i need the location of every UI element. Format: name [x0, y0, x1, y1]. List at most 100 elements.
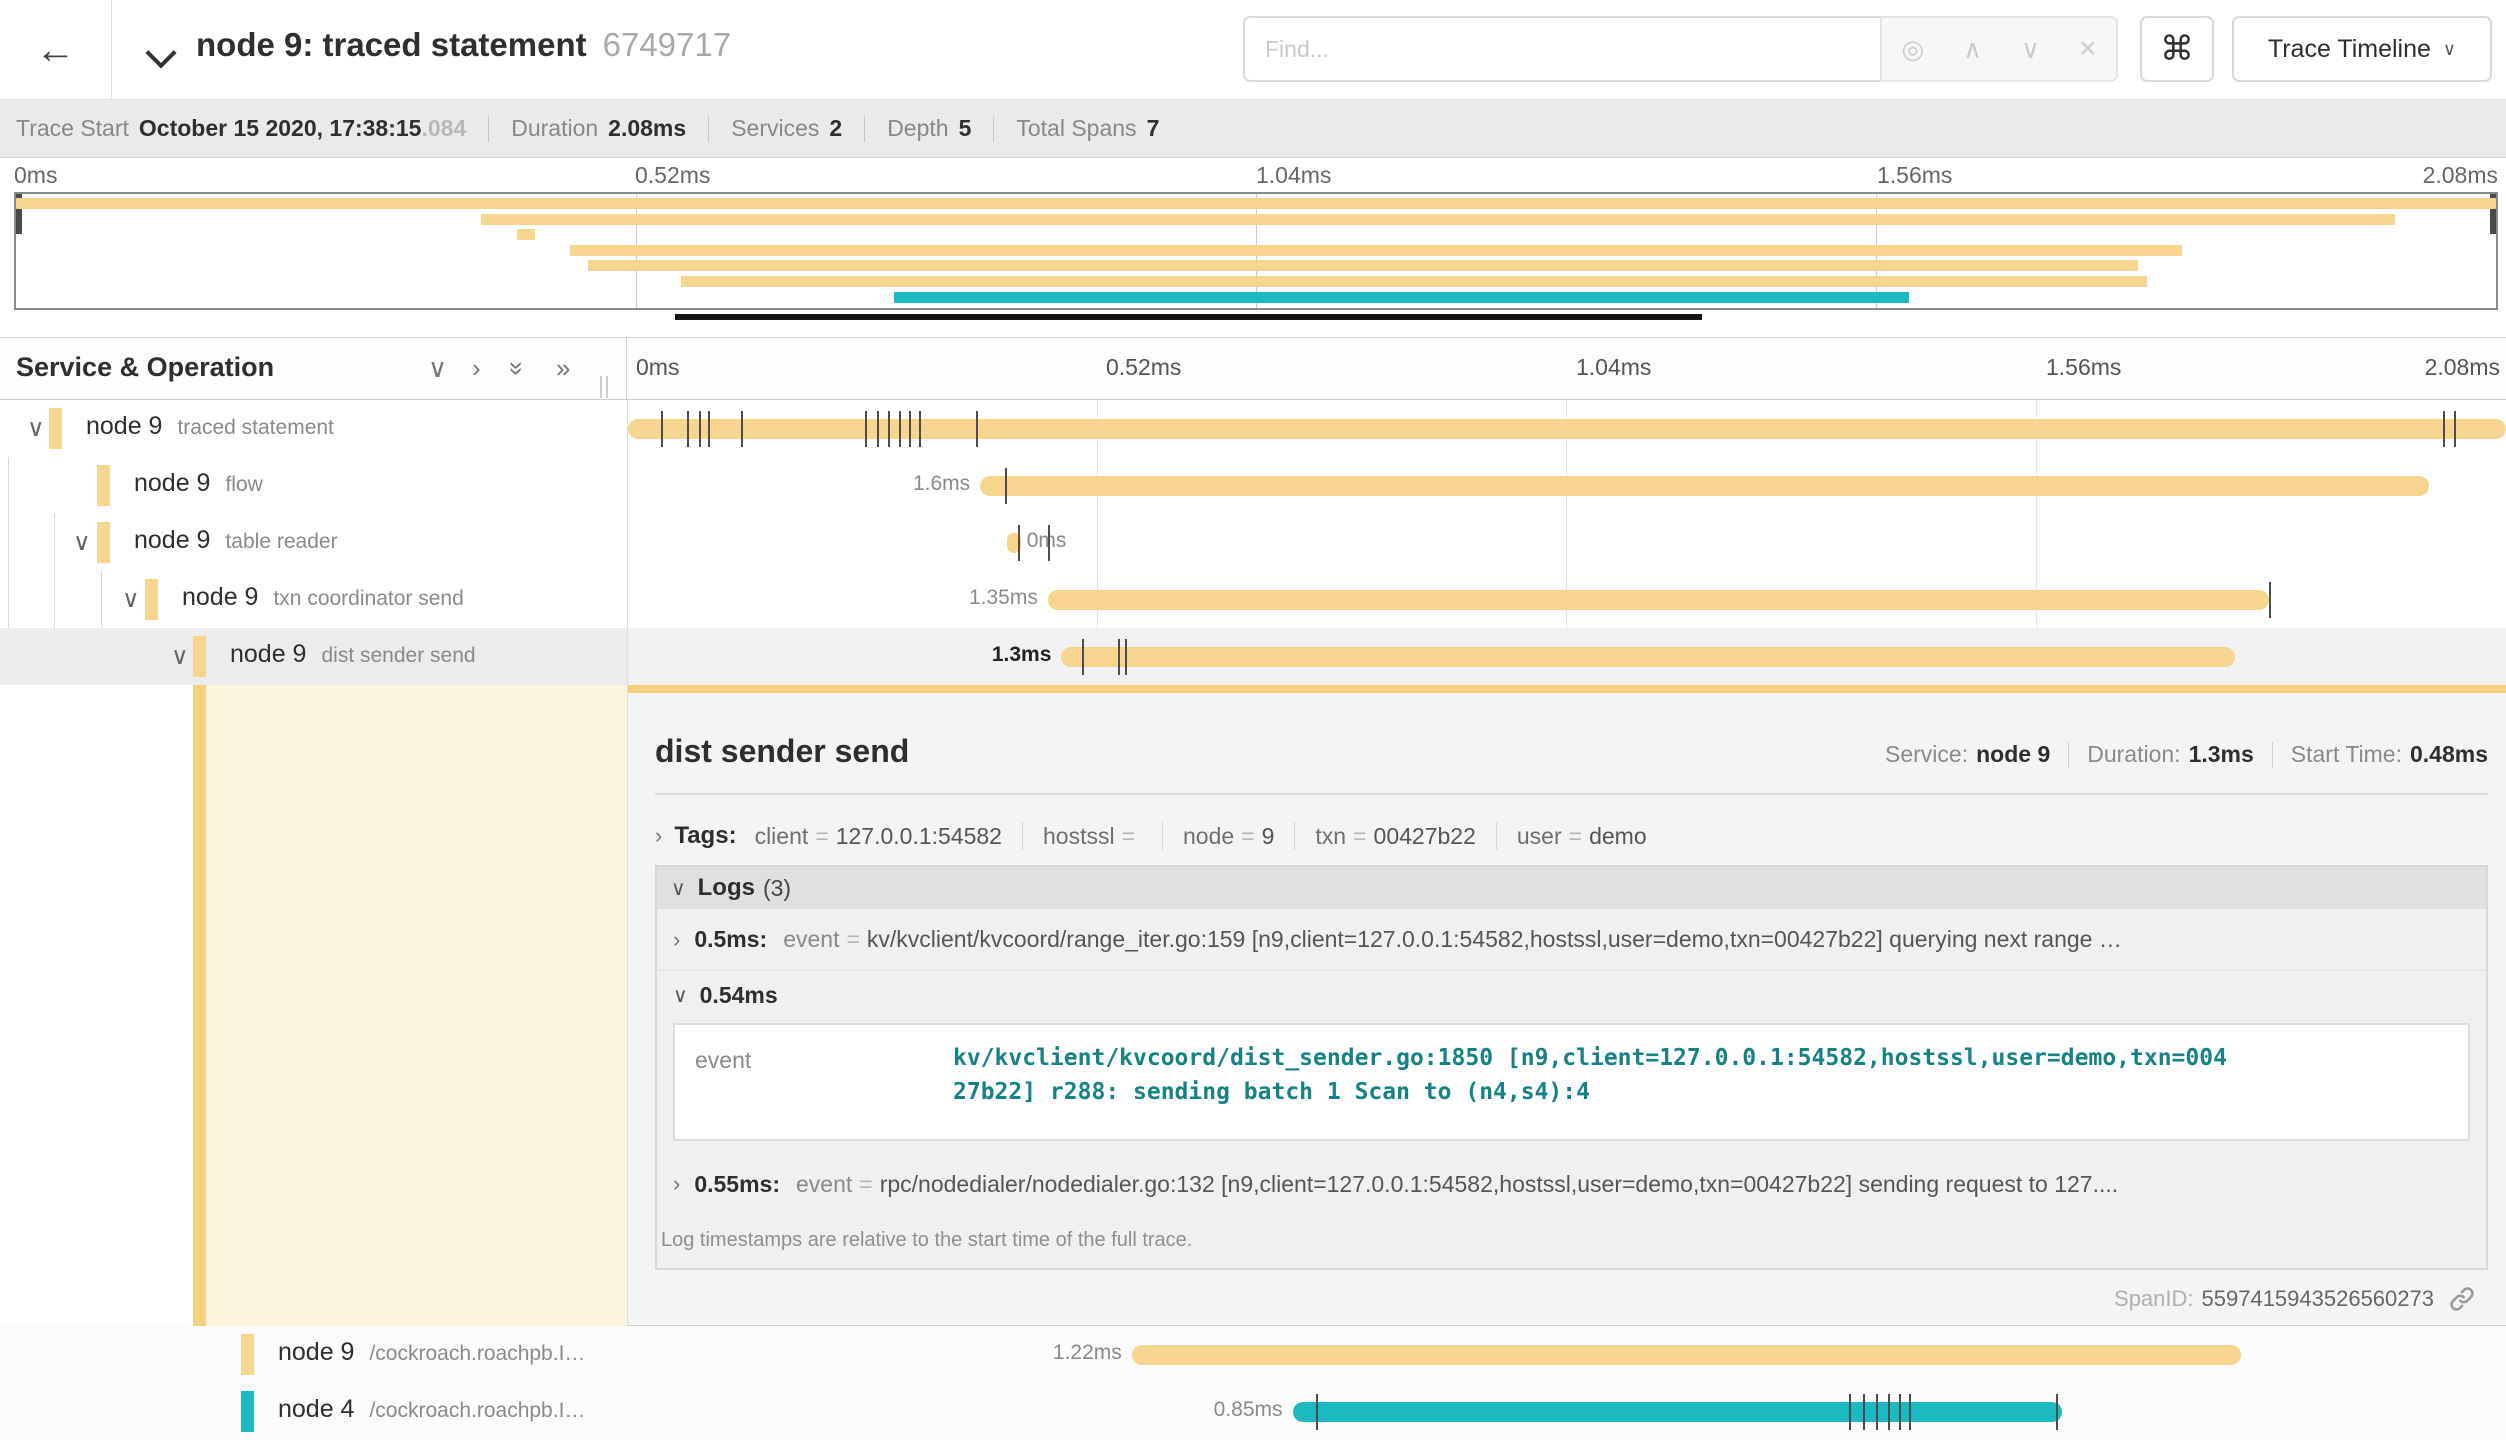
- span-tree-item[interactable]: ∨ node 9dist sender send: [0, 628, 627, 685]
- log-marker-tick: [1876, 1394, 1878, 1430]
- clear-search-icon[interactable]: ×: [2079, 32, 2097, 66]
- log-entry-2-detail: event kv/kvclient/kvcoord/dist_sender.go…: [673, 1023, 2470, 1141]
- tag-txn: txn=00427b22: [1315, 823, 1475, 850]
- span-bar-lane[interactable]: 0ms: [628, 514, 2506, 571]
- minimap-canvas[interactable]: [14, 192, 2498, 310]
- column-resize-grip[interactable]: [600, 376, 608, 398]
- operation-name: dist sender send: [321, 644, 475, 667]
- find-input[interactable]: [1243, 16, 1880, 82]
- span-row-node4-roachpb[interactable]: node 4/cockroach.roachpb.I… 0.85ms: [0, 1383, 2506, 1440]
- collapse-one-icon[interactable]: ∨: [428, 353, 447, 384]
- log-marker-tick: [699, 411, 701, 447]
- locate-icon[interactable]: ◎: [1901, 34, 1924, 65]
- collapse-all-icon[interactable]: »: [502, 361, 533, 375]
- expand-all-icon[interactable]: »: [556, 353, 570, 384]
- prev-match-icon[interactable]: ∧: [1963, 34, 1982, 65]
- log-marker-tick: [976, 411, 978, 447]
- back-button[interactable]: ←: [0, 0, 112, 100]
- span-id-value: 5597415943526560273: [2202, 1286, 2434, 1312]
- span-bar-lane[interactable]: 1.3ms: [628, 628, 2506, 685]
- axis-tick-3: 1.56ms: [2046, 354, 2121, 381]
- log-entry-3[interactable]: › 0.55ms: event = rpc/nodedialer/nodedia…: [657, 1153, 2486, 1215]
- span-tree-item[interactable]: ∨ node 9 table reader: [0, 514, 627, 571]
- minimap-scrubber[interactable]: [675, 314, 1702, 320]
- total-spans-label: Total Spans: [1016, 115, 1136, 142]
- span-duration-bar[interactable]: [1132, 1345, 2242, 1365]
- logs-label: Logs: [698, 874, 755, 902]
- log-key: event: [783, 926, 839, 953]
- service-name: node 9: [134, 526, 210, 554]
- log-marker-tick: [741, 411, 743, 447]
- log-timestamp: 0.5ms:: [694, 926, 767, 953]
- start-time-stat-value: 0.48ms: [2410, 741, 2488, 768]
- selected-span-highlight-column: [206, 685, 627, 1326]
- tags-accordion[interactable]: › Tags: client=127.0.0.1:54582 hostssl= …: [655, 815, 2488, 857]
- logs-header[interactable]: ∨ Logs (3): [657, 867, 2486, 909]
- span-duration-label: 0ms: [1027, 529, 1067, 553]
- span-tree-item[interactable]: node 9/cockroach.roachpb.I…: [0, 1326, 627, 1383]
- services-value: 2: [829, 115, 842, 142]
- top-bar: ← node 9: traced statement6749717 ◎ ∧ ∨ …: [0, 0, 2506, 100]
- axis-tick-0: 0ms: [636, 354, 679, 381]
- chevron-down-icon[interactable]: [148, 40, 174, 66]
- span-bar-lane[interactable]: 1.6ms: [628, 457, 2506, 514]
- service-stat-label: Service:: [1885, 741, 1968, 768]
- next-match-icon[interactable]: ∨: [2021, 34, 2040, 65]
- span-duration-bar[interactable]: [1061, 647, 2235, 667]
- chevron-down-icon: ∨: [673, 983, 688, 1008]
- total-spans-value: 7: [1147, 115, 1160, 142]
- log-entry-1[interactable]: › 0.5ms: event = kv/kvclient/kvcoord/ran…: [657, 909, 2486, 971]
- find-controls: ◎ ∧ ∨ ×: [1880, 16, 2118, 82]
- span-bar-lane[interactable]: 1.35ms: [628, 571, 2506, 628]
- collapse-chevron-icon[interactable]: ∨: [73, 528, 91, 557]
- service-color-chip: [145, 579, 158, 620]
- span-tree-item[interactable]: ∨ node 9txn coordinator send: [0, 571, 627, 628]
- view-selector-button[interactable]: Trace Timeline ∨: [2232, 16, 2492, 82]
- service-operation-header: Service & Operation ∨ › » »: [0, 338, 627, 399]
- log-marker-tick: [2443, 411, 2445, 447]
- operation-name: txn coordinator send: [273, 587, 463, 610]
- log-marker-tick: [687, 411, 689, 447]
- span-tree-item[interactable]: node 4/cockroach.roachpb.I…: [0, 1383, 627, 1440]
- span-row-flow[interactable]: node 9flow 1.6ms: [0, 457, 2506, 514]
- collapse-chevron-icon[interactable]: ∨: [27, 414, 45, 443]
- operation-name: table reader: [225, 530, 337, 553]
- span-bar-lane[interactable]: [628, 400, 2506, 457]
- chevron-right-icon: ›: [655, 823, 662, 849]
- span-bar-lane[interactable]: 0.85ms: [628, 1383, 2506, 1440]
- log-marker-tick: [909, 411, 911, 447]
- operation-name: /cockroach.roachpb.I…: [369, 1399, 585, 1422]
- logs-footnote: Log timestamps are relative to the start…: [657, 1215, 2486, 1252]
- log-value: rpc/nodedialer/nodedialer.go:132 [n9,cli…: [880, 1171, 2118, 1198]
- span-row-txn-coordinator-send[interactable]: ∨ node 9txn coordinator send 1.35ms: [0, 571, 2506, 628]
- minimap-tick-4: 2.08ms: [2423, 162, 2498, 189]
- service-name: node 9: [86, 412, 162, 440]
- span-row-traced-statement[interactable]: ∨ node 9traced statement: [0, 400, 2506, 457]
- duration-stat-value: 1.3ms: [2189, 741, 2254, 768]
- minimap-span-bar: [481, 214, 2395, 225]
- chevron-down-icon: ∨: [2443, 39, 2456, 60]
- collapse-chevron-icon[interactable]: ∨: [171, 642, 189, 671]
- span-row-dist-sender-send[interactable]: ∨ node 9dist sender send 1.3ms: [0, 628, 2506, 685]
- collapse-chevron-icon[interactable]: ∨: [122, 585, 140, 614]
- minimap-span-bar: [681, 276, 2146, 287]
- span-tree-item[interactable]: ∨ node 9traced statement: [0, 400, 627, 457]
- deep-link-icon[interactable]: [2448, 1285, 2476, 1313]
- keyboard-shortcuts-button[interactable]: ⌘: [2140, 16, 2214, 82]
- span-duration-bar[interactable]: [1293, 1402, 2062, 1422]
- span-row-table-reader[interactable]: ∨ node 9 table reader 0ms: [0, 514, 2506, 571]
- span-duration-bar[interactable]: [1048, 590, 2269, 610]
- span-row-node9-roachpb[interactable]: node 9/cockroach.roachpb.I… 1.22ms: [0, 1326, 2506, 1383]
- log-marker-tick: [661, 411, 663, 447]
- service-color-chip: [97, 522, 110, 563]
- log-marker-tick: [1863, 1394, 1865, 1430]
- span-duration-bar[interactable]: [980, 476, 2429, 496]
- axis-tick-1: 0.52ms: [1106, 354, 1181, 381]
- logs-count: (3): [763, 875, 791, 902]
- log-entry-2-header[interactable]: ∨ 0.54ms: [657, 971, 2486, 1019]
- command-icon: ⌘: [2160, 29, 2194, 69]
- span-tree-item[interactable]: node 9flow: [0, 457, 627, 514]
- expand-one-icon[interactable]: ›: [472, 353, 481, 384]
- span-bar-lane[interactable]: 1.22ms: [628, 1326, 2506, 1383]
- log-marker-tick: [1909, 1394, 1911, 1430]
